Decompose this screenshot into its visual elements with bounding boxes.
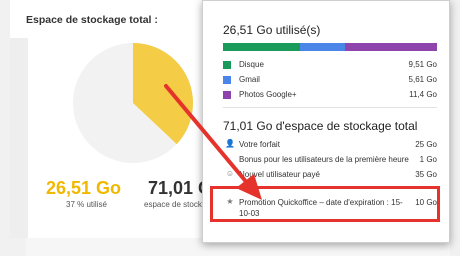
plan-item-quickoffice-promo: ★ Promotion Quickoffice – date d'expirat… xyxy=(223,197,437,221)
promo-value: 10 Go xyxy=(415,198,437,207)
star-icon: ★ xyxy=(226,197,234,206)
gmail-swatch xyxy=(223,76,231,84)
plan-item-early-bonus: Bonus pour les utilisateurs de la premiè… xyxy=(223,154,437,167)
section-divider xyxy=(223,107,437,108)
legend-label: Photos Google+ xyxy=(239,90,297,99)
used-storage-value: 26,51 Go xyxy=(46,178,122,198)
usage-bar xyxy=(223,43,437,51)
legend-value: 5,61 Go xyxy=(408,75,437,84)
plan-item-paid-user: ☺ Nouvel utilisateur payé 35 Go xyxy=(223,169,437,182)
plan-label: Nouvel utilisateur payé xyxy=(239,170,320,179)
legend-value: 11,4 Go xyxy=(409,90,437,99)
legend-item-drive: Disque 9,51 Go xyxy=(223,59,437,73)
promo-label: Promotion Quickoffice – date d'expiratio… xyxy=(239,198,403,218)
legend-label: Gmail xyxy=(239,75,260,84)
smiley-icon: ☺ xyxy=(225,169,235,178)
photos-swatch xyxy=(223,91,231,99)
plan-label: Votre forfait xyxy=(239,140,280,149)
usage-bar-gmail xyxy=(300,43,345,51)
plan-value: 25 Go xyxy=(415,140,437,149)
legend-item-gmail: Gmail 5,61 Go xyxy=(223,74,437,88)
storage-heading: Espace de stockage total : xyxy=(26,14,158,26)
usage-bar-drive xyxy=(223,43,301,51)
storage-details-popup: 26,51 Go utilisé(s) Disque 9,51 Go Gmail… xyxy=(202,0,450,243)
storage-pie-chart xyxy=(73,43,193,163)
total-storage-title: 71,01 Go d'espace de stockage total xyxy=(223,119,418,133)
drive-swatch xyxy=(223,61,231,69)
plan-label: Bonus pour les utilisateurs de la premiè… xyxy=(239,155,409,164)
person-icon: 👤 xyxy=(225,139,235,148)
plan-item-current: 👤 Votre forfait 25 Go xyxy=(223,139,437,152)
legend-value: 9,51 Go xyxy=(408,60,437,69)
total-storage-caption: espace de stockage total xyxy=(144,200,202,209)
left-gutter xyxy=(10,38,28,238)
plan-value: 1 Go xyxy=(419,155,437,164)
plan-value: 35 Go xyxy=(415,170,437,179)
used-storage-title: 26,51 Go utilisé(s) xyxy=(223,23,321,37)
used-percent-caption: 37 % utilisé xyxy=(66,200,107,209)
legend-item-photos: Photos Google+ 11,4 Go xyxy=(223,89,437,103)
usage-bar-photos xyxy=(344,43,437,51)
legend-label: Disque xyxy=(239,60,264,69)
